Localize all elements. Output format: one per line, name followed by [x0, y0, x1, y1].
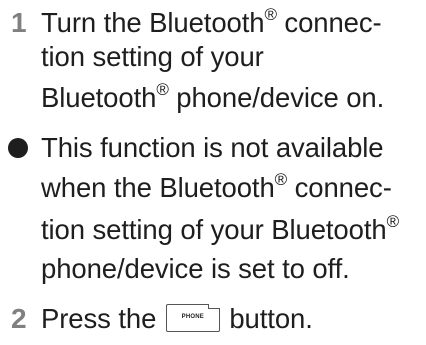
step-2-number: 2	[11, 303, 27, 334]
registered-mark: ®	[156, 79, 169, 99]
note-text-line-4: phone/device is set to off.	[41, 253, 350, 284]
note-text-line-2: when the Bluetooth® connec-	[41, 169, 392, 203]
phone-button-icon: PHONE	[165, 303, 221, 332]
step-1-text-line-2: tion setting of your	[41, 41, 264, 72]
step-1-number: 1	[11, 7, 27, 38]
note-text-line-1: This function is not available	[41, 132, 384, 163]
registered-mark: ®	[274, 169, 288, 189]
manual-page: 1 Turn the Bluetooth® connec- tion setti…	[0, 0, 426, 345]
step-2-text: Press the PHONE button.	[41, 303, 313, 334]
step-1-text-line-3: Bluetooth® phone/device on.	[41, 79, 385, 113]
bullet-icon	[8, 138, 28, 158]
registered-mark: ®	[386, 211, 400, 231]
registered-mark: ®	[264, 4, 277, 24]
note-text-line-3: tion setting of your Bluetooth®	[41, 211, 400, 245]
